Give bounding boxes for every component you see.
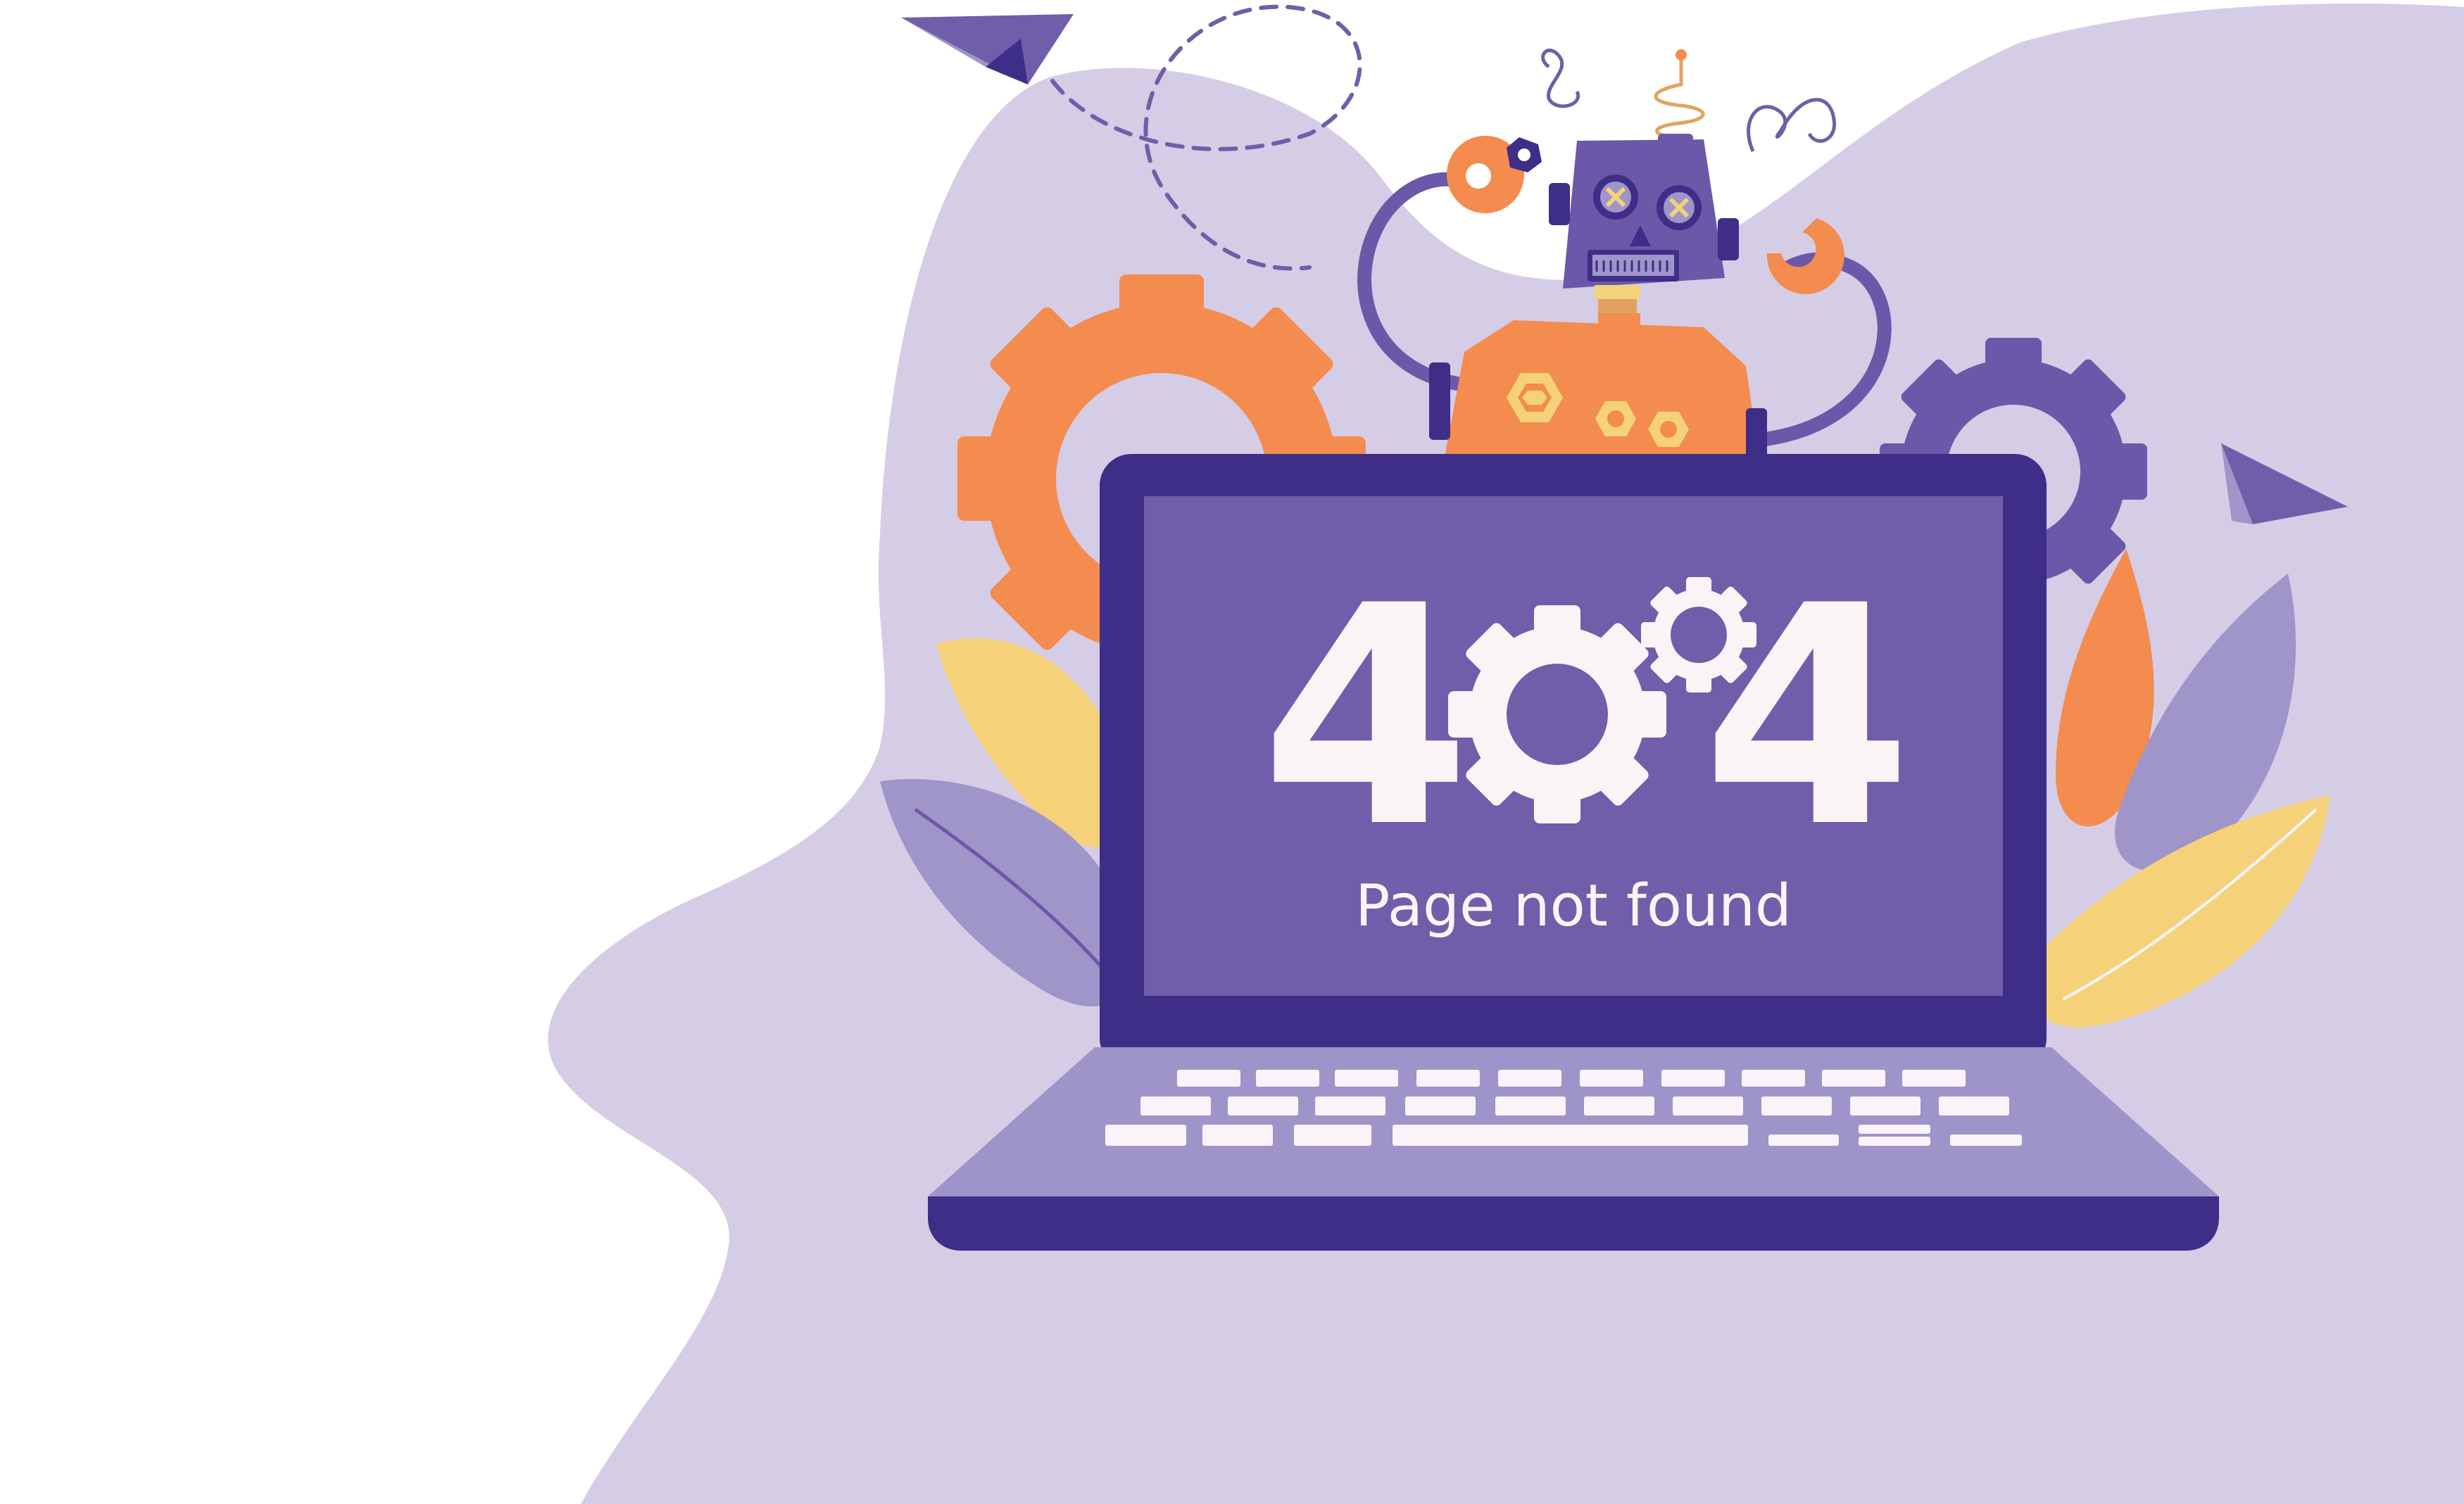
- key: [1859, 1137, 1930, 1146]
- key: [1315, 1097, 1385, 1116]
- key: [1742, 1070, 1805, 1087]
- key: [1393, 1125, 1748, 1146]
- laptop-base-edge: [928, 1196, 2219, 1251]
- error-code-last-digit: 4: [1702, 542, 1912, 894]
- key: [1902, 1070, 1966, 1087]
- key: [1228, 1097, 1298, 1116]
- gear-icon: [1448, 605, 1666, 823]
- key: [1405, 1097, 1476, 1116]
- key: [1256, 1070, 1319, 1087]
- key: [1768, 1135, 1839, 1146]
- squiggle-decoration: [1541, 49, 1580, 108]
- key: [1202, 1125, 1273, 1146]
- paper-plane-icon: [901, 14, 1074, 84]
- not-found-illustration: 4 4 Page not found: [548, 4, 2464, 1504]
- error-message: Page not found: [1355, 873, 1792, 940]
- error-code-first-digit: 4: [1260, 542, 1471, 894]
- key: [1416, 1070, 1480, 1087]
- key: [1140, 1097, 1211, 1116]
- key: [1850, 1097, 1921, 1116]
- key: [1580, 1070, 1643, 1087]
- antenna-spring: [1654, 60, 1705, 139]
- key: [1105, 1125, 1186, 1146]
- key: [1294, 1125, 1371, 1146]
- key: [1673, 1097, 1743, 1116]
- robot-body: [1429, 320, 1767, 472]
- key: [1498, 1070, 1561, 1087]
- key: [1822, 1070, 1885, 1087]
- key: [1495, 1097, 1566, 1116]
- key: [1661, 1070, 1725, 1087]
- key: [1950, 1135, 2022, 1146]
- robot-claw: [1447, 136, 1542, 213]
- key: [1761, 1097, 1832, 1116]
- squiggle-decoration: [1747, 98, 1837, 153]
- key: [1335, 1070, 1398, 1087]
- key: [1177, 1070, 1240, 1087]
- key: [1584, 1097, 1654, 1116]
- key: [1859, 1125, 1930, 1134]
- antenna-tip: [1676, 49, 1687, 61]
- laptop-keyboard-deck: [928, 1047, 2219, 1196]
- key: [1939, 1097, 2009, 1116]
